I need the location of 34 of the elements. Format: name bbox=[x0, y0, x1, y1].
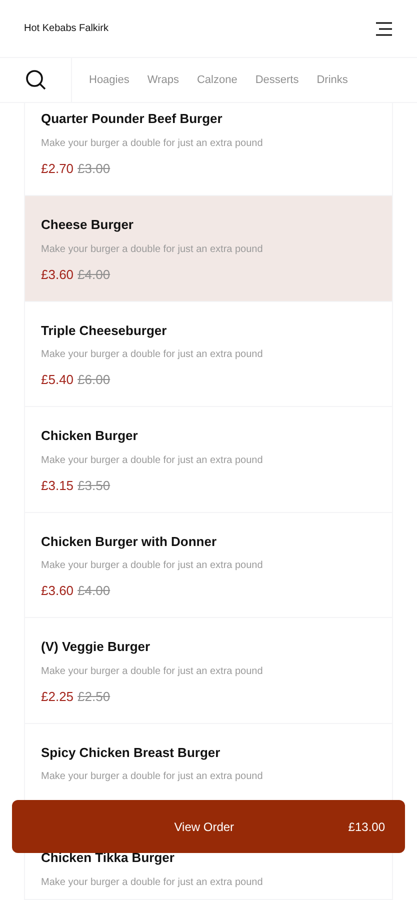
original-price: £4.00 bbox=[78, 582, 110, 600]
item-name: Chicken Burger with Donner bbox=[41, 532, 218, 551]
menu-item-card[interactable]: Cheese Burger Make your burger a double for just an extra pound £3.60 £4.00 bbox=[25, 196, 392, 302]
item-price: £3.60 bbox=[41, 582, 74, 600]
original-price: £3.50 bbox=[78, 476, 110, 494]
original-price: £2.50 bbox=[78, 688, 110, 706]
item-description: Make your burger a double for just an extra pound bbox=[41, 559, 264, 573]
item-description: Make your burger a double for just an extra pound bbox=[41, 242, 264, 256]
item-description: Make your burger a double for just an extra pound bbox=[41, 664, 264, 678]
menu-icon[interactable] bbox=[375, 22, 393, 36]
item-price: £5.40 bbox=[41, 371, 74, 389]
original-price: £6.00 bbox=[78, 371, 110, 389]
menu-item-card[interactable]: Chicken Burger with Donner Make your burger a double for just an extra pound £3.60 £4.00 bbox=[25, 512, 392, 618]
item-price: £3.15 bbox=[41, 476, 74, 494]
item-price: £3.60 bbox=[41, 266, 74, 284]
menu-item-card[interactable]: Triple Cheeseburger Make your burger a double for just an extra pound £5.40 £6.00 bbox=[25, 302, 392, 407]
item-name: Quarter Pounder Beef Burger bbox=[41, 110, 224, 128]
item-name: Cheese Burger bbox=[41, 216, 134, 234]
item-name: Spicy Chicken Breast Burger bbox=[41, 744, 222, 762]
item-description: Make your burger a double for just an extra pound bbox=[41, 348, 264, 362]
view-order-toast[interactable]: View Order £13.00 bbox=[12, 800, 405, 853]
item-description: Make your burger a double for just an extra pound bbox=[41, 876, 264, 890]
item-price: £2.70 bbox=[41, 160, 74, 178]
item-name: (V) Veggie Burger bbox=[41, 638, 152, 656]
item-name: Chicken Burger bbox=[41, 427, 139, 445]
original-price: £4.00 bbox=[78, 266, 110, 284]
restaurant-name: Hot Kebabs Falkirk bbox=[24, 22, 108, 36]
item-description: Make your burger a double for just an extra pound bbox=[41, 454, 264, 468]
item-description: Make your burger a double for just an extra pound bbox=[41, 770, 264, 784]
search-icon[interactable] bbox=[24, 69, 46, 91]
item-description: Make your burger a double for just an extra pound bbox=[41, 136, 264, 150]
original-price: £3.00 bbox=[78, 160, 110, 178]
item-name: Triple Cheeseburger bbox=[41, 322, 168, 340]
item-price: £2.25 bbox=[41, 688, 74, 706]
